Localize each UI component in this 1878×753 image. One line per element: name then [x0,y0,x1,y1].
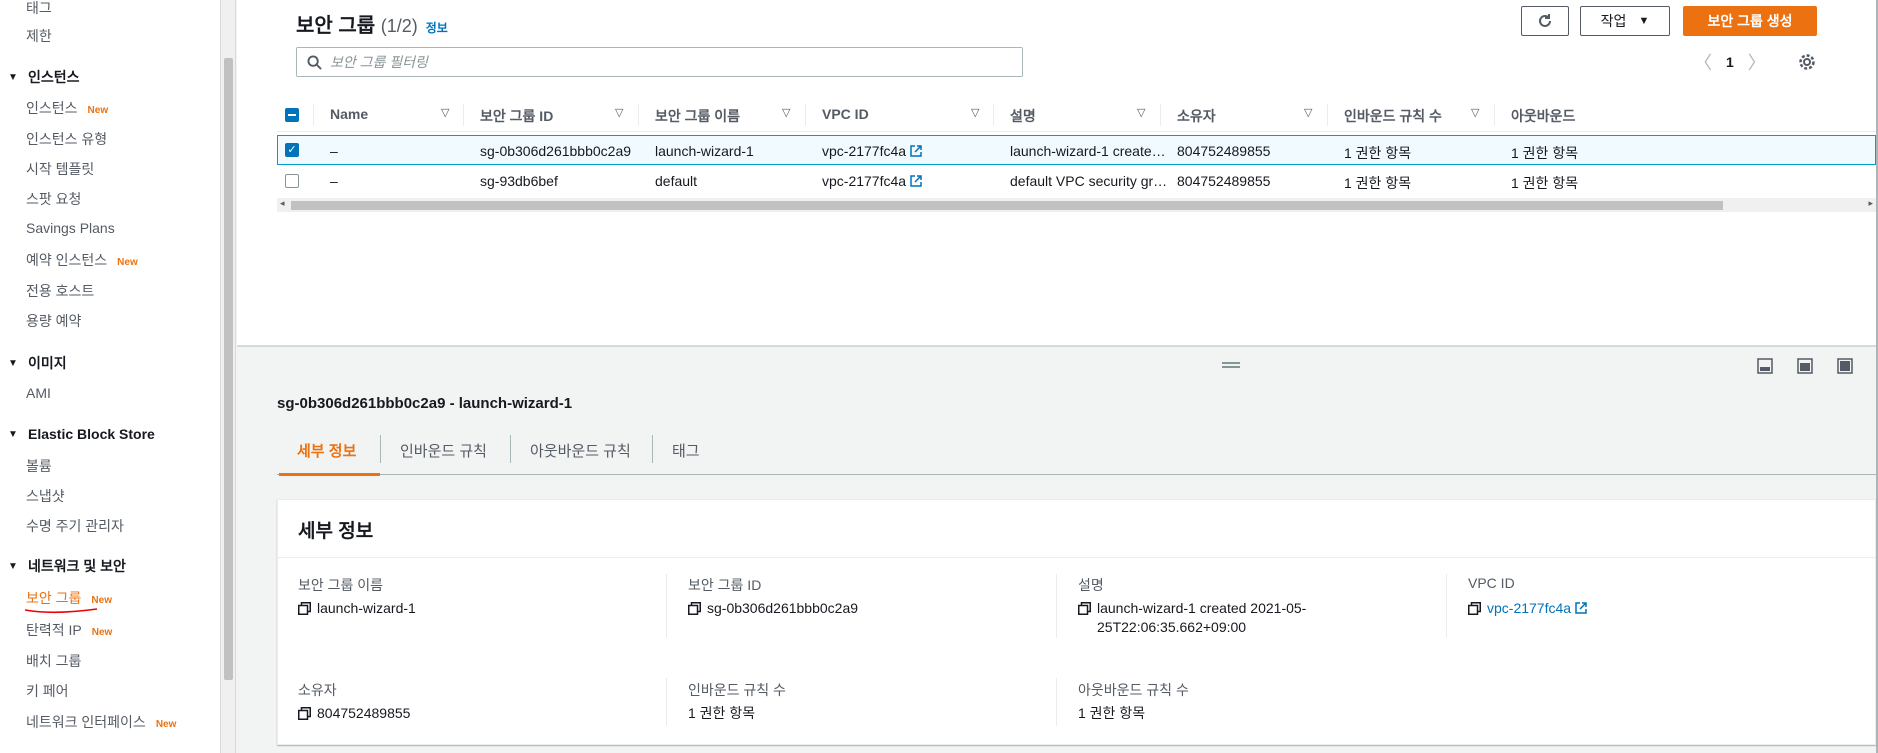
sort-icon[interactable]: ▽ [615,106,623,119]
sidebar-item-instances[interactable]: 인스턴스 New [26,98,108,118]
sort-icon[interactable]: ▽ [971,106,979,119]
sidebar-scrollbar-thumb[interactable] [224,58,233,680]
caret-down-icon: ▼ [8,560,18,572]
chevron-left-icon[interactable]: 〈 [1694,49,1712,75]
sidebar-section-instances[interactable]: ▼ 인스턴스 [8,67,80,87]
sidebar-item-placement-groups[interactable]: 배치 그룹 [26,651,81,671]
cell-inbound-count: 1 권한 항목 [1344,175,1412,191]
table-row[interactable]: – sg-93db6bef default vpc-2177fc4a defau… [277,166,1876,196]
cell-sg-name: launch-wizard-1 [655,143,754,159]
sidebar-item-tags[interactable]: 태그 [26,0,52,18]
sidebar-section-images[interactable]: ▼ 이미지 [8,353,67,373]
column-header-sg-id[interactable]: 보안 그룹 ID [480,106,553,126]
caret-down-icon: ▼ [8,71,18,83]
sidebar-section-network-security[interactable]: ▼ 네트워크 및 보안 [8,556,126,576]
sidebar-item-instance-types[interactable]: 인스턴스 유형 [26,129,107,149]
cell-description: launch-wizard-1 create… [1010,143,1166,159]
cell-name: – [330,173,338,189]
sort-icon[interactable]: ▽ [441,106,449,119]
sidebar-item-limits[interactable]: 제한 [26,26,52,46]
column-header-description[interactable]: 설명 [1010,106,1036,126]
sidebar-item-volumes[interactable]: 볼륨 [26,456,52,476]
cell-vpc-link[interactable]: vpc-2177fc4a [822,173,922,189]
table-row[interactable]: ✓ – sg-0b306d261bbb0c2a9 launch-wizard-1… [277,135,1876,165]
column-header-vpc-id[interactable]: VPC ID [822,106,869,122]
sidebar-item-lifecycle-manager[interactable]: 수명 주기 관리자 [26,516,124,536]
sort-icon[interactable]: ▽ [782,106,790,119]
refresh-button[interactable] [1521,6,1569,36]
column-header-name[interactable]: Name [330,106,368,122]
sidebar-item-security-groups[interactable]: 보안 그룹 New [26,588,112,608]
column-header-sg-name[interactable]: 보안 그룹 이름 [655,106,740,126]
info-link[interactable]: 정보 [426,21,448,35]
row-checkbox[interactable] [285,174,299,188]
sidebar-item-reserved-instances[interactable]: 예약 인스턴스 New [26,250,138,270]
caret-down-icon: ▼ [8,357,18,369]
actions-dropdown-button[interactable]: 작업 ▼ [1580,6,1670,36]
cell-owner: 804752489855 [1177,173,1271,189]
page-title: 보안 그룹 (1/2) 정보 [296,15,448,37]
caret-down-icon: ▼ [1638,15,1650,27]
security-groups-list-panel: 보안 그룹 (1/2)정보 작업▼ 보안 그룹 생성 〈 1 〉 Name ▽ … [237,0,1878,345]
sidebar-item-key-pairs[interactable]: 키 페어 [26,681,69,701]
sidebar: 태그 제한 ▼ 인스턴스 인스턴스 New 인스턴스 유형 시작 템플릿 스팟 요청… [0,0,221,753]
search-icon [307,54,322,70]
pagination: 〈 1 〉 [1694,49,1766,75]
cell-outbound-count: 1 권한 항목 [1511,145,1579,161]
create-security-group-button[interactable]: 보안 그룹 생성 [1683,6,1817,36]
horizontal-scrollbar-thumb[interactable] [291,201,1723,210]
scroll-left-icon[interactable]: ◂ [280,198,285,209]
sidebar-item-spot-requests[interactable]: 스팟 요청 [26,189,81,209]
row-checkbox[interactable]: ✓ [285,143,299,157]
refresh-icon [1539,14,1551,27]
table-header: Name ▽ 보안 그룹 ID ▽ 보안 그룹 이름 ▽ VPC ID ▽ 설명… [277,98,1876,132]
sidebar-scrollbar[interactable] [221,0,236,753]
sidebar-section-ebs[interactable]: ▼ Elastic Block Store [8,426,155,442]
cell-outbound-count: 1 권한 항목 [1511,175,1579,191]
column-header-owner[interactable]: 소유자 [1177,106,1216,126]
sort-icon[interactable]: ▽ [1471,106,1479,119]
sidebar-item-launch-templates[interactable]: 시작 템플릿 [26,159,94,179]
scroll-right-icon[interactable]: ▸ [1868,198,1873,209]
sidebar-item-network-interfaces[interactable]: 네트워크 인터페이스 New [26,712,176,732]
cell-sg-id-link[interactable]: sg-0b306d261bbb0c2a9 [480,143,631,159]
sidebar-item-elastic-ips[interactable]: 탄력적 IP New [26,620,112,640]
sidebar-item-snapshots[interactable]: 스냅샷 [26,486,65,506]
sidebar-item-savings-plans[interactable]: Savings Plans [26,220,115,236]
column-header-inbound-count[interactable]: 인바운드 규칙 수 [1344,106,1442,126]
cell-sg-name: default [655,173,698,189]
sidebar-item-capacity-reservations[interactable]: 용량 예약 [26,311,81,331]
external-link-icon [910,175,922,187]
external-link-icon [910,145,922,157]
sort-icon[interactable]: ▽ [1304,106,1312,119]
page-number[interactable]: 1 [1726,54,1734,70]
sidebar-item-ami[interactable]: AMI [26,385,51,401]
caret-down-icon: ▼ [8,428,18,440]
filter-input[interactable] [330,54,970,70]
cell-description: default VPC security gr… [1010,173,1168,189]
cell-sg-id-link[interactable]: sg-93db6bef [480,173,558,189]
cell-name: – [330,143,338,159]
cell-vpc-link[interactable]: vpc-2177fc4a [822,143,922,159]
table-horizontal-scrollbar[interactable]: ◂ ▸ [277,198,1876,212]
sort-icon[interactable]: ▽ [1137,106,1145,119]
column-header-outbound-count[interactable]: 아웃바운드 [1511,106,1575,126]
resize-grip-icon[interactable] [1222,362,1240,368]
detail-panel [237,347,1878,753]
filter-search-box[interactable] [296,47,1023,77]
cell-owner: 804752489855 [1177,143,1271,159]
red-annotation-underline [24,608,98,614]
sidebar-item-dedicated-hosts[interactable]: 전용 호스트 [26,281,94,301]
settings-gear-icon[interactable] [1798,53,1816,71]
cell-inbound-count: 1 권한 항목 [1344,145,1412,161]
select-all-checkbox[interactable] [285,108,299,122]
chevron-right-icon[interactable]: 〉 [1748,49,1766,75]
